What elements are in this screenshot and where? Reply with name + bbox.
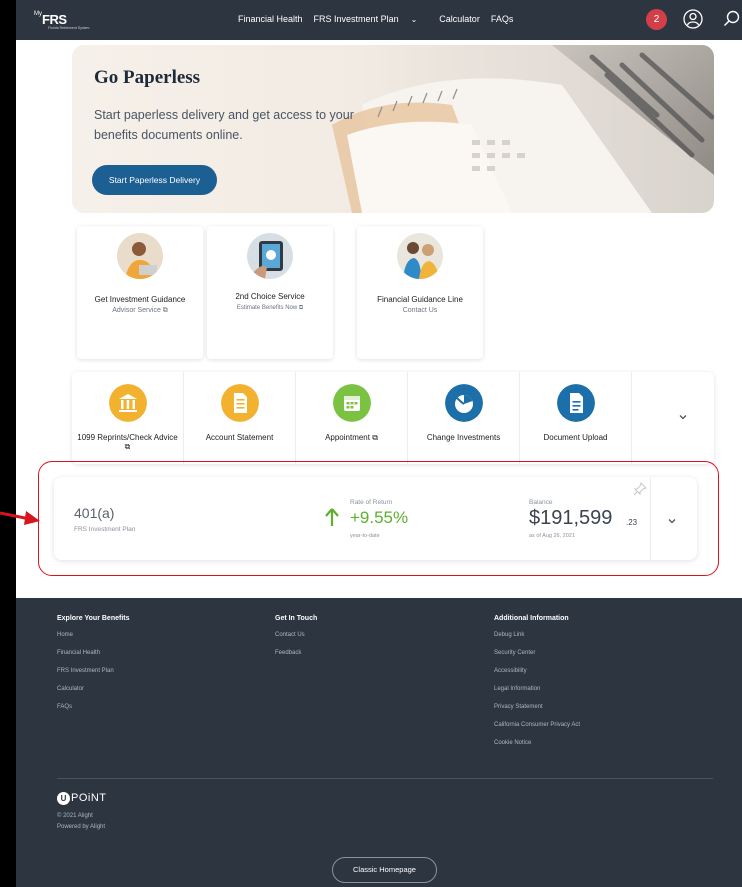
document-icon bbox=[557, 384, 595, 422]
quick-action-appointment[interactable]: Appointment ⧉ bbox=[296, 372, 408, 464]
contact-us-link[interactable]: Contact Us bbox=[357, 307, 483, 314]
financial-guidance-card[interactable]: Financial Guidance Line Contact Us bbox=[357, 226, 483, 359]
chevron-down-icon: ⌄ bbox=[410, 15, 418, 24]
upoint-logo: U POiNT bbox=[57, 791, 107, 805]
powered-by-text: Powered by Alight bbox=[57, 824, 106, 830]
highlight-outline bbox=[38, 461, 719, 576]
footer-link-legal[interactable]: Legal Information bbox=[494, 686, 580, 704]
service-title: 2nd Choice Service bbox=[235, 292, 305, 301]
go-paperless-banner: Go Paperless Start paperless delivery an… bbox=[72, 45, 714, 213]
footer-link-calculator[interactable]: Calculator bbox=[57, 686, 129, 704]
upoint-logo-mark: U bbox=[57, 791, 70, 805]
logo-my-text: My bbox=[34, 11, 42, 17]
search-icon[interactable] bbox=[723, 10, 741, 28]
notification-badge[interactable]: 2 bbox=[646, 9, 667, 30]
quick-action-account-statement[interactable]: Account Statement bbox=[184, 372, 296, 464]
quick-actions-bar: 1099 Reprints/Check Advice ⧉ Account Sta… bbox=[72, 372, 714, 464]
footer-link-feedback[interactable]: Feedback bbox=[275, 650, 317, 668]
quick-action-document-upload[interactable]: Document Upload bbox=[520, 372, 632, 464]
classic-homepage-button[interactable]: Classic Homepage bbox=[332, 857, 437, 883]
footer-heading: Get In Touch bbox=[275, 615, 318, 622]
tablet-photo bbox=[247, 233, 293, 279]
quick-action-label: Appointment ⧉ bbox=[325, 433, 378, 442]
nav-faqs[interactable]: FAQs bbox=[491, 14, 514, 24]
couple-photo bbox=[397, 233, 443, 279]
advisor-service-link[interactable]: Advisor Service ⧉ bbox=[77, 307, 203, 315]
quick-action-label: Account Statement bbox=[205, 433, 274, 442]
site-footer: Explore Your Benefits Home Financial Hea… bbox=[16, 598, 742, 887]
footer-heading: Additional Information bbox=[494, 615, 569, 622]
footer-link-security-center[interactable]: Security Center bbox=[494, 650, 580, 668]
quick-action-label: 1099 Reprints/Check Advice ⧉ bbox=[77, 433, 178, 451]
hero-title: Go Paperless bbox=[94, 67, 201, 88]
service-title: Get Investment Guidance bbox=[94, 295, 186, 304]
statement-icon bbox=[221, 384, 259, 422]
nav-calculator[interactable]: Calculator bbox=[439, 14, 480, 24]
footer-touch-column: Get In Touch Contact Us Feedback bbox=[275, 615, 317, 668]
main-nav: Financial Health FRS Investment Plan ⌄ Ca… bbox=[238, 14, 524, 24]
footer-heading: Explore Your Benefits bbox=[57, 615, 130, 622]
footer-link-debug[interactable]: Debug Link bbox=[494, 632, 580, 650]
estimate-benefits-link[interactable]: Estimate Benefits Now ⧉ bbox=[207, 305, 333, 312]
copyright-text: © 2021 Alight bbox=[57, 813, 93, 819]
nav-financial-health[interactable]: Financial Health bbox=[238, 14, 303, 24]
hero-description: Start paperless delivery and get access … bbox=[94, 108, 354, 142]
user-icon[interactable] bbox=[683, 9, 703, 29]
footer-link-financial-health[interactable]: Financial Health bbox=[57, 650, 129, 668]
investment-guidance-card[interactable]: Get Investment Guidance Advisor Service … bbox=[77, 226, 203, 359]
chevron-down-icon[interactable] bbox=[676, 410, 690, 424]
footer-additional-column: Additional Information Debug Link Securi… bbox=[494, 615, 580, 758]
pointer-arrow-icon bbox=[0, 511, 40, 525]
logo-tagline: Florida Retirement System bbox=[48, 26, 90, 30]
nav-frs-investment-plan[interactable]: FRS Investment Plan ⌄ bbox=[314, 14, 429, 24]
service-title: Financial Guidance Line bbox=[377, 295, 463, 304]
calendar-icon bbox=[333, 384, 371, 422]
bank-icon bbox=[109, 384, 147, 422]
footer-link-accessibility[interactable]: Accessibility bbox=[494, 668, 580, 686]
start-paperless-delivery-button[interactable]: Start Paperless Delivery bbox=[92, 165, 217, 195]
investment-icon bbox=[445, 384, 483, 422]
footer-explore-column: Explore Your Benefits Home Financial Hea… bbox=[57, 615, 129, 722]
logo-frs-text: FRS bbox=[42, 12, 67, 27]
upoint-logo-text: POiNT bbox=[71, 792, 107, 804]
quick-action-1099-reprints[interactable]: 1099 Reprints/Check Advice ⧉ bbox=[72, 372, 184, 464]
footer-link-privacy[interactable]: Privacy Statement bbox=[494, 704, 580, 722]
nav-frs-investment-plan-label: FRS Investment Plan bbox=[313, 14, 399, 24]
quick-action-label: Document Upload bbox=[543, 433, 608, 442]
myfrs-logo[interactable]: MyFRS Florida Retirement System bbox=[34, 11, 89, 30]
second-choice-card[interactable]: 2nd Choice Service Estimate Benefits Now… bbox=[207, 226, 333, 359]
footer-link-faqs[interactable]: FAQs bbox=[57, 704, 129, 722]
footer-link-contact-us[interactable]: Contact Us bbox=[275, 632, 317, 650]
quick-action-label: Change Investments bbox=[426, 433, 501, 442]
quick-action-change-investments[interactable]: Change Investments bbox=[408, 372, 520, 464]
footer-link-ccpa[interactable]: California Consumer Privacy Act bbox=[494, 722, 580, 740]
footer-link-frs-investment-plan[interactable]: FRS Investment Plan bbox=[57, 668, 129, 686]
footer-link-home[interactable]: Home bbox=[57, 632, 129, 650]
top-nav: MyFRS Florida Retirement System Financia… bbox=[16, 0, 742, 40]
hero-laptop-image bbox=[332, 45, 714, 213]
footer-divider bbox=[57, 778, 713, 779]
advisor-photo bbox=[117, 233, 163, 279]
footer-link-cookie-notice[interactable]: Cookie Notice bbox=[494, 740, 580, 758]
